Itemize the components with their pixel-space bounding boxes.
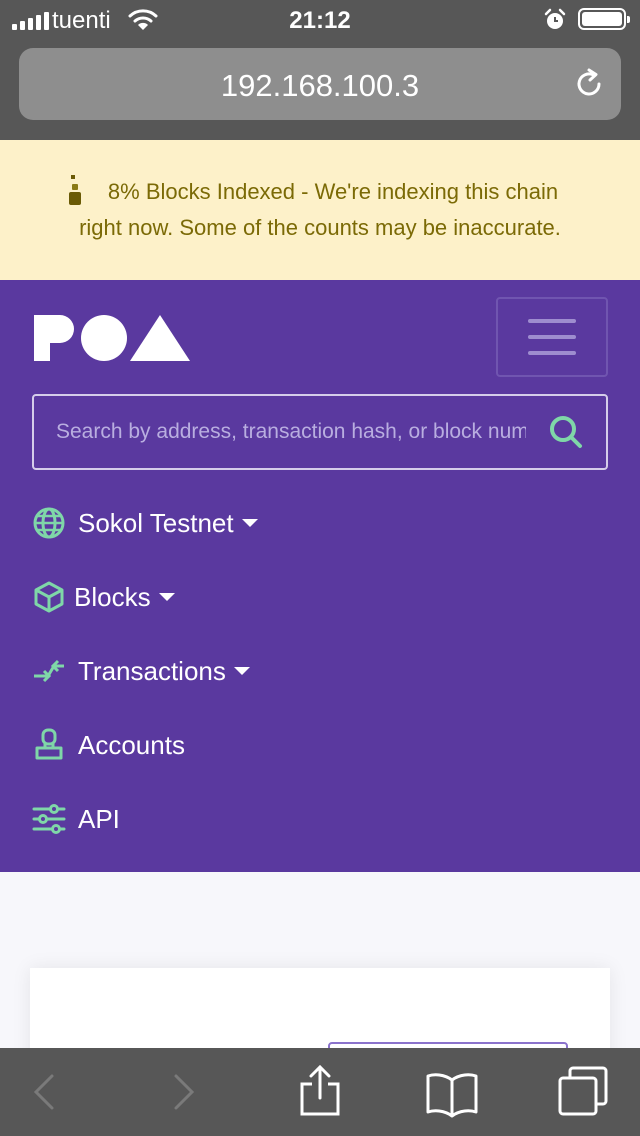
- nav-item-accounts[interactable]: Accounts: [32, 723, 185, 767]
- nav-item-label: API: [78, 803, 120, 834]
- nav-item-label: Sokol Testnet: [78, 507, 234, 538]
- nav-item-label: Accounts: [78, 729, 185, 760]
- address-bar[interactable]: 192.168.100.3: [19, 48, 621, 120]
- arrows-exchange-icon: [32, 654, 66, 688]
- browser-chrome-top: tuenti 21:12 192.168.100.3: [0, 0, 640, 140]
- browser-toolbar: [0, 1048, 640, 1136]
- indexing-banner: 8% Blocks Indexed - We're indexing this …: [0, 140, 640, 280]
- nav-item-label: Blocks: [74, 581, 151, 612]
- hamburger-menu-button[interactable]: [496, 297, 608, 377]
- url-text: 192.168.100.3: [220, 68, 420, 103]
- nav-item-network[interactable]: Sokol Testnet: [32, 501, 258, 545]
- cube-icon: [32, 580, 66, 614]
- hourglass-icon: [69, 175, 81, 205]
- share-icon[interactable]: [298, 1064, 342, 1123]
- globe-icon: [32, 506, 66, 540]
- nav-item-api[interactable]: API: [32, 797, 120, 841]
- status-bar: tuenti 21:12: [0, 0, 640, 40]
- caret-down-icon: [233, 667, 250, 675]
- reload-icon[interactable]: [573, 68, 605, 105]
- banner-line-1: 8% Blocks Indexed - We're indexing this …: [107, 179, 559, 204]
- caret-down-icon: [241, 519, 258, 527]
- sliders-icon: [32, 802, 66, 836]
- nav-item-transactions[interactable]: Transactions: [32, 649, 250, 693]
- banner-line-2: right now. Some of the counts may be ina…: [79, 215, 561, 240]
- search-input[interactable]: [56, 396, 526, 468]
- battery-icon: [578, 8, 630, 30]
- nav-item-label: Transactions: [78, 655, 226, 686]
- forward-icon[interactable]: [170, 1070, 198, 1119]
- back-icon[interactable]: [30, 1070, 58, 1119]
- search-box[interactable]: [32, 394, 608, 470]
- bookmarks-icon[interactable]: [424, 1070, 480, 1123]
- search-icon[interactable]: [548, 414, 584, 455]
- tabs-icon[interactable]: [556, 1064, 612, 1125]
- main-navigation: Sokol Testnet Blocks Transactions: [0, 280, 640, 872]
- poa-logo[interactable]: [34, 315, 190, 366]
- alarm-icon: [543, 8, 567, 37]
- nav-item-blocks[interactable]: Blocks: [32, 575, 175, 619]
- caret-down-icon: [158, 593, 175, 601]
- stamp-icon: [32, 728, 66, 762]
